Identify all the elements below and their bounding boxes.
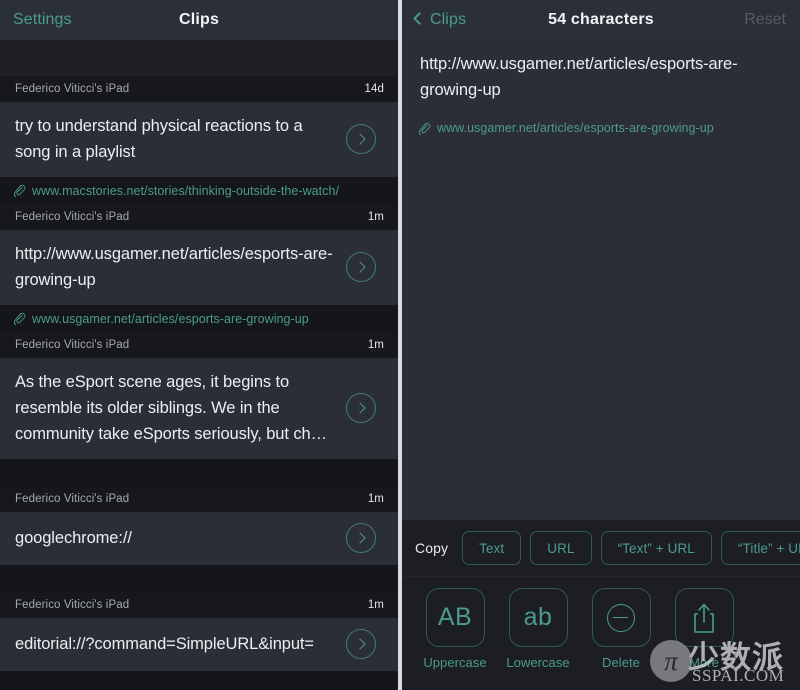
action-glyph: AB	[437, 603, 473, 631]
clip-group-gap	[0, 671, 398, 690]
clip-group: Federico Viticci's iPad 14d try to underst…	[0, 76, 398, 204]
clip-timestamp: 1m	[367, 493, 384, 505]
clip-meta-row: Federico Viticci's iPad 1m	[0, 592, 398, 618]
chevron-right-circle-icon[interactable]	[346, 523, 376, 553]
clip-item-text: editorial://?command=SimpleURL&input=	[15, 635, 314, 653]
clip-detail-panel: Clips 54 characters Reset http://www.usg…	[402, 0, 800, 690]
clip-timestamp: 14d	[364, 83, 384, 95]
lowercase-icon[interactable]: ab	[508, 588, 568, 647]
clip-item-text: googlechrome://	[15, 529, 132, 547]
clip-item-text: http://www.usgamer.net/articles/esports-…	[15, 245, 333, 289]
action-button[interactable]: Delete	[580, 588, 662, 670]
action-button[interactable]: AB Uppercase	[414, 588, 496, 670]
list-top-spacer	[0, 40, 398, 76]
action-button-label: More	[689, 655, 719, 670]
settings-button-label: Settings	[13, 11, 72, 28]
clip-group-gap	[0, 459, 398, 486]
copy-button-label: “Title” + URL	[737, 540, 800, 556]
paperclip-icon	[13, 312, 26, 325]
clip-meta-row: Federico Viticci's iPad 1m	[0, 486, 398, 512]
clip-actions-toolbar: Copy Text URL “Text” + URL “Title” + URL AB…	[402, 520, 800, 690]
copy-button-label: “Text” + URL	[617, 540, 695, 556]
clip-group: Federico Viticci's iPad 1m googlechrome://	[0, 486, 398, 592]
action-button-label: Uppercase	[423, 655, 487, 670]
clip-device-label: Federico Viticci's iPad	[15, 83, 130, 95]
copy-button[interactable]: “Text” + URL	[600, 531, 712, 565]
clip-timestamp: 1m	[367, 211, 384, 223]
clip-device-label: Federico Viticci's iPad	[15, 211, 130, 223]
chevron-right-circle-icon[interactable]	[346, 252, 376, 282]
minus-circle-glyph	[607, 603, 635, 632]
copy-actions-row: Copy Text URL “Text” + URL “Title” + URL	[402, 520, 800, 577]
clip-link-row[interactable]: www.macstories.net/stories/thinking-outs…	[0, 177, 398, 204]
clip-detail-link-text: www.usgamer.net/articles/esports-are-gro…	[437, 121, 714, 135]
action-button[interactable]: ab Lowercase	[497, 588, 579, 670]
transform-actions-row: AB Uppercase ab Lowercase Delete More	[402, 577, 800, 690]
reset-button[interactable]: Reset	[744, 11, 786, 29]
action-button-label: Lowercase	[506, 655, 570, 670]
clip-meta-row: Federico Viticci's iPad 14d	[0, 76, 398, 102]
reset-button-label: Reset	[744, 11, 786, 28]
copy-button-label: Text	[479, 540, 505, 556]
clip-meta-row: Federico Viticci's iPad 1m	[0, 204, 398, 230]
action-button[interactable]: More	[663, 588, 745, 670]
clips-app-window: Settings Clips Federico Viticci's iPad 14…	[0, 0, 800, 690]
clip-list-item[interactable]: http://www.usgamer.net/articles/esports-…	[0, 230, 398, 305]
clips-list-header: Settings Clips	[0, 0, 398, 40]
clip-device-label: Federico Viticci's iPad	[15, 339, 130, 351]
clip-meta-row: Federico Viticci's iPad 1m	[0, 332, 398, 358]
clip-device-label: Federico Viticci's iPad	[15, 493, 130, 505]
clip-group: Federico Viticci's iPad 1m http://www.usga…	[0, 204, 398, 332]
copy-row-label: Copy	[415, 540, 449, 556]
paperclip-icon	[13, 184, 26, 197]
clip-detail-link-row[interactable]: www.usgamer.net/articles/esports-are-gro…	[402, 115, 800, 141]
uppercase-icon[interactable]: AB	[425, 588, 485, 647]
copy-button[interactable]: Text	[462, 531, 522, 565]
clip-list-item[interactable]: As the eSport scene ages, it begins to r…	[0, 358, 398, 459]
clip-list-item[interactable]: editorial://?command=SimpleURL&input=	[0, 618, 398, 671]
clip-timestamp: 1m	[367, 339, 384, 351]
back-button-label: Clips	[430, 11, 467, 28]
clip-detail-body[interactable]: http://www.usgamer.net/articles/esports-…	[402, 40, 800, 520]
clip-link-text: www.usgamer.net/articles/esports-are-gro…	[32, 311, 309, 326]
minus-circle-icon[interactable]	[591, 588, 651, 647]
clip-list-item[interactable]: try to understand physical reactions to …	[0, 102, 398, 177]
settings-button[interactable]: Settings	[13, 11, 72, 29]
clip-detail-text[interactable]: http://www.usgamer.net/articles/esports-…	[402, 40, 800, 115]
clip-list-item[interactable]: googlechrome://	[0, 512, 398, 565]
clip-link-row[interactable]: www.usgamer.net/articles/esports-are-gro…	[0, 305, 398, 332]
copy-button-label: URL	[547, 540, 575, 556]
chevron-right-circle-icon[interactable]	[346, 393, 376, 423]
share-icon[interactable]	[674, 588, 734, 647]
chevron-right-circle-icon[interactable]	[346, 629, 376, 659]
clip-group-gap	[0, 565, 398, 592]
back-to-clips-button[interactable]: Clips	[413, 11, 467, 29]
clip-group: Federico Viticci's iPad 1m As the eSport s…	[0, 332, 398, 486]
clip-item-text: try to understand physical reactions to …	[15, 117, 303, 161]
copy-button[interactable]: URL	[530, 531, 592, 565]
clips-list[interactable]: Federico Viticci's iPad 14d try to underst…	[0, 40, 398, 690]
chevron-right-circle-icon[interactable]	[346, 124, 376, 154]
clips-list-panel: Settings Clips Federico Viticci's iPad 14…	[0, 0, 398, 690]
clip-device-label: Federico Viticci's iPad	[15, 599, 130, 611]
action-glyph: ab	[523, 603, 553, 631]
paperclip-icon	[418, 122, 431, 135]
clip-link-text: www.macstories.net/stories/thinking-outs…	[32, 183, 339, 198]
clip-detail-header: Clips 54 characters Reset	[402, 0, 800, 40]
chevron-left-icon	[413, 12, 426, 25]
clip-group: Federico Viticci's iPad 1m editorial://?co…	[0, 592, 398, 690]
clip-timestamp: 1m	[367, 599, 384, 611]
clip-item-text: As the eSport scene ages, it begins to r…	[15, 373, 327, 443]
copy-button[interactable]: “Title” + URL	[720, 531, 800, 565]
action-button-label: Delete	[602, 655, 640, 670]
